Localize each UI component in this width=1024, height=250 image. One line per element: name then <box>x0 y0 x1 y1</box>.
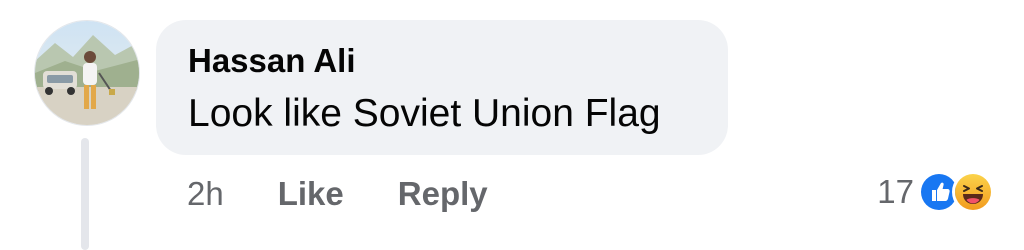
avatar[interactable] <box>34 20 140 126</box>
reply-button[interactable]: Reply <box>398 175 488 213</box>
comment-timestamp[interactable]: 2h <box>187 175 224 213</box>
comment-text: Look like Soviet Union Flag <box>188 92 661 135</box>
like-button[interactable]: Like <box>278 175 344 213</box>
haha-icon <box>952 171 994 213</box>
comment-actions: 2h Like Reply <box>187 172 542 216</box>
reaction-count: 17 <box>877 173 914 210</box>
reactions-summary[interactable]: 17 <box>877 168 994 216</box>
thread-line <box>81 138 89 250</box>
comment-author[interactable]: Hassan Ali <box>188 42 356 80</box>
comment-bubble: Hassan Ali Look like Soviet Union Flag <box>156 20 728 155</box>
